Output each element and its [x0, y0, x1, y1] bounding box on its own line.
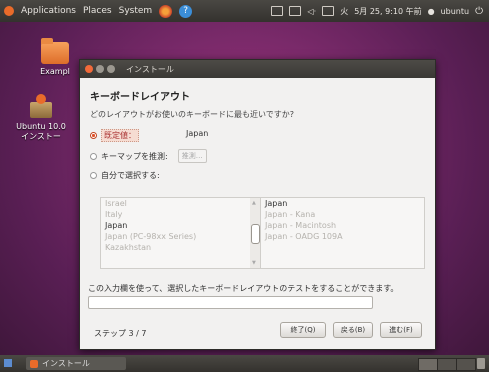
installer-label-2: インストー [21, 132, 61, 141]
quit-button[interactable]: 終了(Q) [280, 322, 326, 338]
layout-question: どのレイアウトがお使いのキーボードに最も近いですか? [90, 110, 295, 119]
maximize-window-icon[interactable] [107, 65, 115, 73]
applications-menu[interactable]: Applications [21, 6, 76, 16]
page-heading: キーボードレイアウト [90, 92, 190, 103]
list-item[interactable]: Japan (PC-98xx Series) [101, 231, 251, 242]
suggested-label[interactable]: 既定値： [101, 129, 139, 142]
system-menu[interactable]: System [119, 6, 153, 16]
weekday-label[interactable]: 火 [340, 6, 348, 17]
network-icon[interactable] [271, 6, 284, 16]
taskbar-item-label: インストール [42, 359, 90, 368]
bottom-panel: インストール [0, 355, 489, 372]
guess-label[interactable]: キーマップを推測: [101, 151, 168, 162]
installer-label: Ubuntu 10.0 [16, 122, 66, 131]
list-item[interactable]: Israel [101, 198, 251, 209]
test-input[interactable] [88, 296, 373, 309]
installer-task-icon [30, 359, 38, 368]
user-name[interactable]: ubuntu [441, 7, 470, 16]
layout-list[interactable]: Israel Italy Japan Japan (PC-98xx Series… [100, 197, 252, 269]
window-content: キーボードレイアウト どのレイアウトがお使いのキーボードに最も近いですか? 既定… [80, 78, 435, 354]
list-item[interactable]: Japan - OADG 109A [261, 231, 424, 242]
suggested-value: Japan [186, 129, 209, 138]
list-item[interactable]: Japan [101, 220, 251, 231]
title-bar[interactable]: インストール [80, 60, 435, 78]
taskbar-item-installer[interactable]: インストール [26, 357, 126, 370]
places-menu[interactable]: Places [83, 6, 112, 16]
keyboard-icon[interactable] [289, 6, 302, 16]
suggested-radio[interactable] [90, 132, 97, 139]
installer-shortcut[interactable]: Ubuntu 10.0 インストー [14, 94, 68, 142]
workspace-2[interactable] [437, 358, 457, 371]
workspace-1[interactable] [418, 358, 438, 371]
choose-option[interactable]: 自分で選択する: [90, 170, 160, 181]
scroll-up-icon[interactable]: ▲ [252, 200, 256, 206]
power-icon[interactable]: ⏻ [475, 6, 483, 17]
folder-icon [41, 38, 69, 64]
clock[interactable]: 5月 25, 9:10 午前 [354, 6, 421, 17]
examples-folder[interactable]: Exampl [38, 38, 72, 76]
trash-icon[interactable] [477, 358, 485, 369]
show-desktop-icon[interactable] [4, 359, 12, 367]
list-item[interactable]: Japan - Macintosh [261, 220, 424, 231]
list-item[interactable]: Italy [101, 209, 251, 220]
guess-button[interactable]: 推測… [177, 149, 207, 163]
user-icon[interactable]: ● [428, 7, 435, 16]
back-button[interactable]: 戻る(B) [333, 322, 373, 338]
ubuntu-logo-icon[interactable] [4, 6, 14, 16]
mail-icon[interactable] [322, 6, 335, 16]
minimize-window-icon[interactable] [96, 65, 104, 73]
list-item[interactable]: Japan - Kana [261, 209, 424, 220]
forward-button[interactable]: 進む(F) [380, 322, 422, 338]
test-hint: この入力欄を使って、選択したキーボードレイアウトのテストをすることができます。 [88, 284, 399, 293]
installer-window: インストール キーボードレイアウト どのレイアウトがお使いのキーボードに最も近い… [79, 59, 436, 350]
variant-list[interactable]: Japan Japan - Kana Japan - Macintosh Jap… [260, 197, 425, 269]
volume-icon[interactable]: ◁· [307, 7, 316, 16]
workspace-3[interactable] [456, 358, 476, 371]
choose-radio[interactable] [90, 172, 97, 179]
top-panel: Applications Places System ? ◁· 火 5月 25,… [0, 0, 489, 22]
choose-label[interactable]: 自分で選択する: [101, 170, 160, 181]
guess-radio[interactable] [90, 152, 97, 160]
help-icon[interactable]: ? [179, 4, 193, 18]
step-indicator: ステップ 3 / 7 [94, 329, 147, 338]
window-title: インストール [126, 64, 174, 74]
close-window-icon[interactable] [85, 65, 93, 73]
scroll-thumb[interactable] [251, 224, 260, 244]
firefox-icon[interactable] [159, 4, 173, 18]
installer-icon [28, 94, 54, 120]
list-item[interactable]: Kazakhstan [101, 242, 251, 253]
list-item[interactable]: Japan [261, 198, 424, 209]
guess-option[interactable]: キーマップを推測: 推測… [90, 149, 207, 163]
scroll-down-icon[interactable]: ▼ [252, 260, 256, 266]
examples-label: Exampl [40, 67, 70, 76]
suggested-option[interactable]: 既定値： [90, 129, 139, 142]
